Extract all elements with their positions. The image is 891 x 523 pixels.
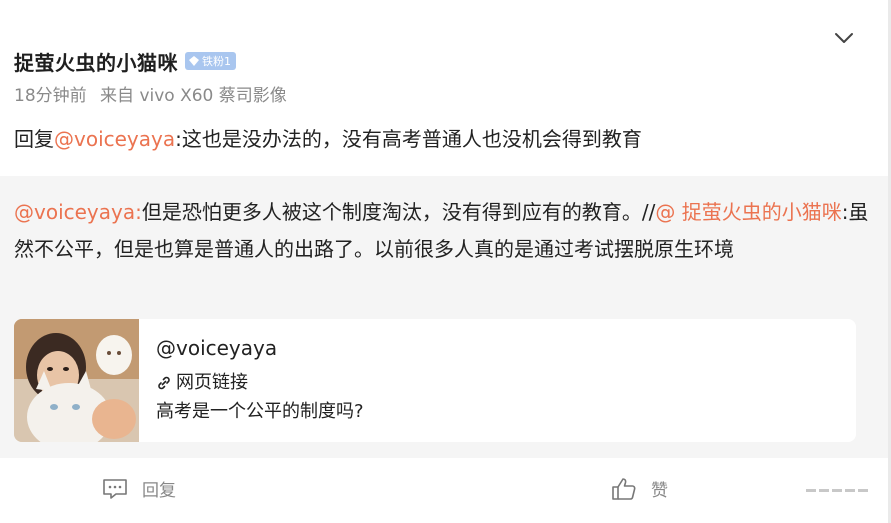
action-bar: 回复 赞 xyxy=(0,458,891,523)
link-type-label: 网页链接 xyxy=(176,372,248,393)
quoted-comment: @voiceyaya:但是恐怕更多人被这个制度淘汰，没有得到应有的教育。//@ … xyxy=(0,176,891,458)
thumbnail-image xyxy=(14,319,139,442)
thumbs-up-icon xyxy=(611,477,637,501)
like-button[interactable]: 赞 xyxy=(611,476,668,501)
reply-button-label: 回复 xyxy=(142,481,176,501)
link-thumbnail xyxy=(14,319,139,442)
reply-prefix: 回复 xyxy=(14,127,54,151)
link-icon xyxy=(158,376,170,390)
reply-text: 回复@voiceyaya:这也是没办法的，没有高考普通人也没机会得到教育 xyxy=(14,124,642,154)
chevron-down-icon xyxy=(835,33,853,43)
link-type: 网页链接 xyxy=(156,371,364,395)
link-title: 高考是一个公平的制度吗? xyxy=(156,401,364,422)
quote-mention-author[interactable]: @ 捉萤火虫的小猫咪 xyxy=(655,200,841,224)
quote-body-1: 但是恐怕更多人被这个制度淘汰，没有得到应有的教育。// xyxy=(141,200,656,224)
reply-button[interactable]: 回复 xyxy=(102,476,176,501)
more-dots-icon[interactable] xyxy=(806,489,868,492)
username[interactable]: 捉萤火虫的小猫咪 xyxy=(14,47,178,76)
reply-mention[interactable]: @voiceyaya xyxy=(54,127,175,151)
link-card[interactable]: @voiceyaya 网页链接 高考是一个公平的制度吗? xyxy=(14,319,856,442)
meta-row: 18分钟前 来自 vivo X60 蔡司影像 xyxy=(14,85,861,107)
fan-badge[interactable]: 铁粉1 xyxy=(185,52,236,70)
weibo-comment-card: 捉萤火虫的小猫咪 铁粉1 18分钟前 来自 vivo X60 蔡司影像 回复@v… xyxy=(0,0,891,523)
fan-badge-label: 铁粉1 xyxy=(202,55,231,68)
link-info: @voiceyaya 网页链接 高考是一个公平的制度吗? xyxy=(156,333,364,425)
diamond-icon xyxy=(189,56,199,66)
post-source: 来自 vivo X60 蔡司影像 xyxy=(100,86,287,106)
link-author: @voiceyaya xyxy=(156,336,278,360)
name-row: 捉萤火虫的小猫咪 铁粉1 xyxy=(14,46,861,76)
like-button-label: 赞 xyxy=(651,481,668,501)
comment-header: 捉萤火虫的小猫咪 铁粉1 18分钟前 来自 vivo X60 蔡司影像 xyxy=(14,46,861,107)
post-time: 18分钟前 xyxy=(14,86,87,106)
quote-mention-voiceyaya[interactable]: @voiceyaya: xyxy=(14,200,142,224)
comment-icon xyxy=(102,478,128,500)
quote-text: @voiceyaya:但是恐怕更多人被这个制度淘汰，没有得到应有的教育。//@ … xyxy=(14,194,874,267)
reply-body: :这也是没办法的，没有高考普通人也没机会得到教育 xyxy=(175,127,642,151)
